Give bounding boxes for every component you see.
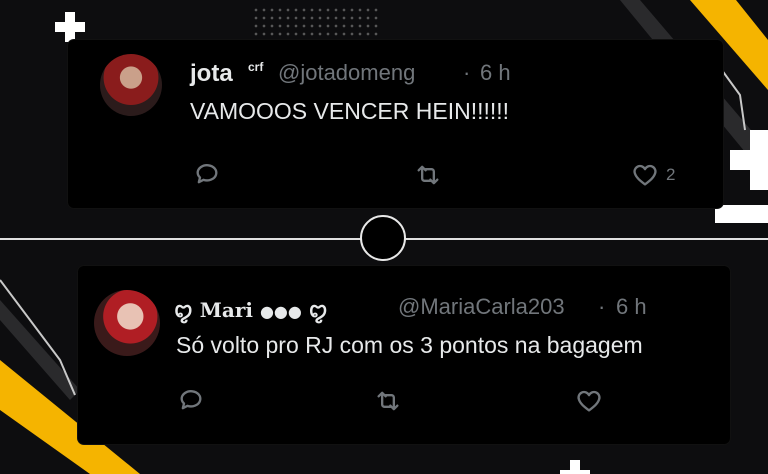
timestamp[interactable]: 6 h <box>480 60 511 86</box>
verified-badge: crf <box>248 60 264 74</box>
flourish-right-icon: ꨄ <box>308 298 328 322</box>
retweet-icon <box>417 165 439 185</box>
avatar[interactable] <box>100 54 162 116</box>
display-name[interactable]: Mari <box>200 298 253 322</box>
heart-icon <box>633 164 657 186</box>
handle[interactable]: @jotadomeng <box>278 60 415 86</box>
retweet-button[interactable] <box>372 387 404 415</box>
reply-button[interactable] <box>176 386 206 414</box>
like-count: 2 <box>666 165 676 184</box>
handle[interactable]: @MariaCarla203 <box>398 294 565 320</box>
tweet-text: Só volto pro RJ com os 3 pontos na bagag… <box>176 332 643 358</box>
retweet-button[interactable] <box>412 161 444 189</box>
tweet-text: VAMOOOS VENCER HEIN!!!!!! <box>190 98 510 124</box>
tweet-card-2[interactable]: ꨄ Mari ●●● ꨄ @MariaCarla203 · 6 h Só vol… <box>78 266 730 444</box>
like-button[interactable]: 2 <box>630 161 675 189</box>
retweet-icon <box>377 391 399 411</box>
divider-circle <box>360 215 406 261</box>
tweet-card-1[interactable]: jota crf @jotadomeng · 6 h VAMOOOS VENCE… <box>68 40 723 208</box>
avatar[interactable] <box>94 290 160 356</box>
reply-icon <box>196 164 218 184</box>
reply-button[interactable] <box>192 160 222 188</box>
badge-circles-icon: ●●● <box>259 302 302 321</box>
like-button[interactable] <box>574 387 604 415</box>
reply-icon <box>180 390 202 410</box>
heart-icon <box>577 390 601 412</box>
display-name-decoration: ꨄ Mari ●●● ꨄ <box>174 296 328 325</box>
dot-pattern <box>252 6 382 36</box>
flourish-left-icon: ꨄ <box>174 298 193 322</box>
separator: · <box>463 60 471 85</box>
timestamp[interactable]: 6 h <box>616 294 647 320</box>
display-name[interactable]: jota <box>190 60 233 88</box>
separator: · <box>598 294 606 319</box>
